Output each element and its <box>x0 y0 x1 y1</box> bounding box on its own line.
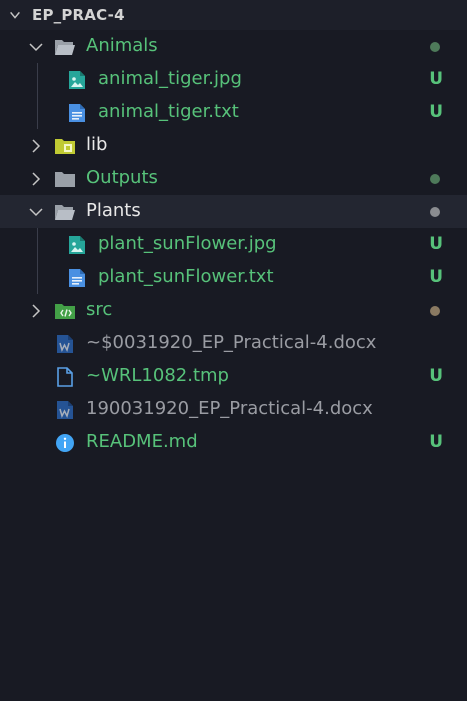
tree-item-label: plant_sunFlower.txt <box>98 266 274 287</box>
word-file-icon <box>57 335 73 353</box>
chevron-down-icon[interactable] <box>28 39 44 55</box>
tree-item-animal-tiger-txt[interactable]: animal_tiger.txt U <box>0 96 467 129</box>
word-file-icon <box>57 401 73 419</box>
folder-open-icon <box>55 205 75 220</box>
tree-item-plant-sunflower-jpg[interactable]: plant_sunFlower.jpg U <box>0 228 467 261</box>
image-file-icon <box>69 236 85 254</box>
tree-item-outputs-folder[interactable]: Outputs <box>0 162 467 195</box>
tree-item-label: ~WRL1082.tmp <box>86 365 229 386</box>
git-status-badge: U <box>429 267 443 287</box>
tree-item-label: README.md <box>86 431 198 452</box>
tree-item-label: src <box>86 299 113 320</box>
text-file-icon <box>69 269 85 287</box>
git-status-badge: U <box>429 234 443 254</box>
tree-item-src-folder[interactable]: src <box>0 294 467 327</box>
tree-item-plant-sunflower-txt[interactable]: plant_sunFlower.txt U <box>0 261 467 294</box>
info-icon <box>56 434 74 452</box>
image-file-icon <box>69 71 85 89</box>
file-explorer: EP_PRAC-4 Animals animal_tiger.jpg U ani… <box>0 0 467 701</box>
status-dot <box>430 174 440 184</box>
workspace-title: EP_PRAC-4 <box>32 6 125 24</box>
lib-folder-icon <box>55 139 75 154</box>
tree-item-label: animal_tiger.jpg <box>98 68 242 89</box>
tree-item-wrl-tmp[interactable]: ~WRL1082.tmp U <box>0 360 467 393</box>
chevron-right-icon[interactable] <box>28 138 44 154</box>
tree-item-label: Outputs <box>86 167 158 188</box>
tree-item-lib-folder[interactable]: lib <box>0 129 467 162</box>
tree-item-readme-md[interactable]: README.md U <box>0 426 467 459</box>
tree-item-animal-tiger-jpg[interactable]: animal_tiger.jpg U <box>0 63 467 96</box>
chevron-right-icon[interactable] <box>28 171 44 187</box>
explorer-header[interactable]: EP_PRAC-4 <box>0 0 467 30</box>
tree-item-label: animal_tiger.txt <box>98 101 239 122</box>
status-dot <box>430 306 440 316</box>
status-dot <box>430 42 440 52</box>
chevron-right-icon[interactable] <box>28 303 44 319</box>
tree-item-temp-docx[interactable]: ~$0031920_EP_Practical-4.docx <box>0 327 467 360</box>
tree-item-practical-docx[interactable]: 190031920_EP_Practical-4.docx <box>0 393 467 426</box>
tree-item-label: ~$0031920_EP_Practical-4.docx <box>86 332 377 353</box>
src-folder-icon <box>55 304 75 319</box>
tree-item-label: lib <box>86 134 108 155</box>
tree-item-label: 190031920_EP_Practical-4.docx <box>86 398 373 419</box>
generic-file-icon <box>57 367 73 387</box>
tree-item-label: Plants <box>86 200 141 221</box>
tree-item-animals-folder[interactable]: Animals <box>0 30 467 63</box>
text-file-icon <box>69 104 85 122</box>
git-status-badge: U <box>429 69 443 89</box>
folder-icon <box>55 172 75 187</box>
chevron-down-icon[interactable] <box>28 204 44 220</box>
git-status-badge: U <box>429 102 443 122</box>
status-dot <box>430 207 440 217</box>
tree-item-label: Animals <box>86 35 158 56</box>
folder-open-icon <box>55 40 75 55</box>
git-status-badge: U <box>429 432 443 452</box>
chevron-down-icon[interactable] <box>8 8 22 22</box>
tree-item-label: plant_sunFlower.jpg <box>98 233 277 254</box>
tree-item-plants-folder[interactable]: Plants <box>0 195 467 228</box>
git-status-badge: U <box>429 366 443 386</box>
file-tree: Animals animal_tiger.jpg U animal_tiger.… <box>0 30 467 459</box>
